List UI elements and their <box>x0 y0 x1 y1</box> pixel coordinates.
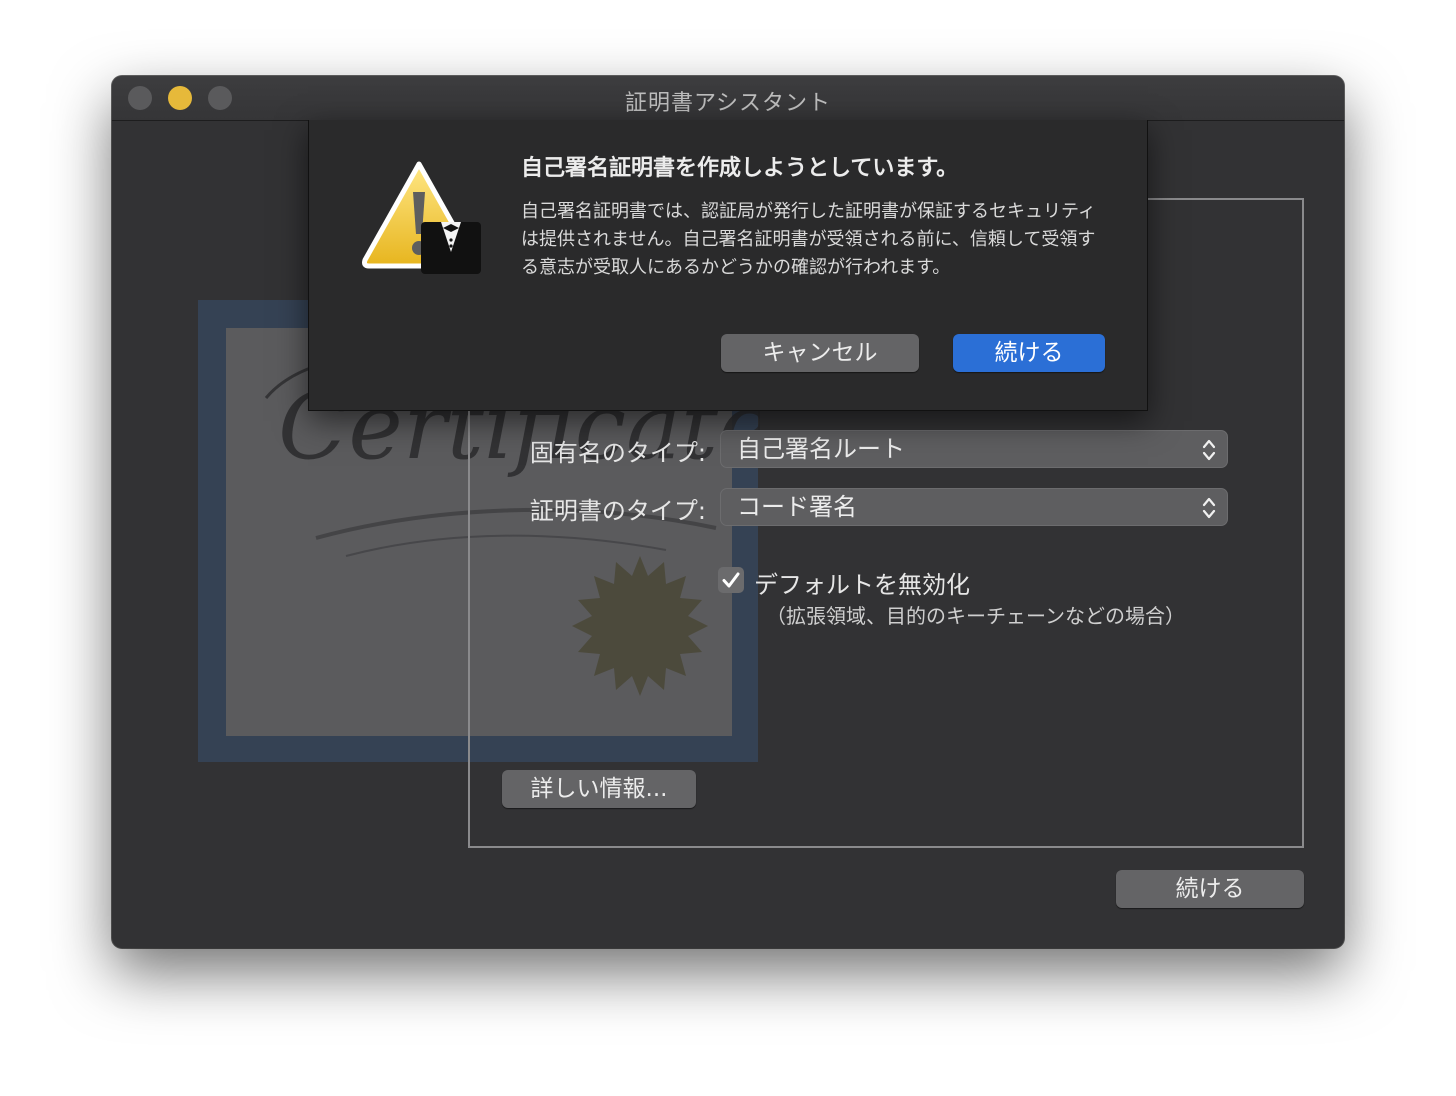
override-defaults-checkbox[interactable] <box>718 567 744 593</box>
warning-icon <box>362 161 481 274</box>
chevrons-updown-icon <box>1202 439 1216 461</box>
certificate-assistant-window: 証明書アシスタント Certificate 固有名のタイプ: 自己署名ルート 証… <box>112 76 1344 948</box>
continue-button[interactable]: 続ける <box>1116 870 1304 908</box>
chevrons-updown-icon <box>1202 497 1216 519</box>
tuxedo-badge-icon <box>421 222 481 274</box>
identity-type-popup[interactable]: 自己署名ルート <box>720 430 1228 468</box>
checkmark-icon <box>722 572 740 588</box>
alert-title: 自己署名証明書を作成しようとしています。 <box>521 156 959 181</box>
identity-type-label: 固有名のタイプ: <box>529 439 706 467</box>
alert-message: 自己署名証明書では、認証局が発行した証明書が保証するセキュリティは提供されません… <box>521 201 1096 278</box>
identity-type-value: 自己署名ルート <box>737 435 905 463</box>
learn-more-button[interactable]: 詳しい情報... <box>502 770 696 808</box>
window-title: 証明書アシスタント <box>624 91 832 116</box>
override-defaults-note: （拡張領域、目的のキーチェーンなどの場合） <box>766 604 1185 628</box>
certificate-type-popup[interactable]: コード署名 <box>720 488 1228 526</box>
override-defaults-label: デフォルトを無効化 <box>754 571 970 599</box>
alert-sheet: 自己署名証明書を作成しようとしています。 自己署名証明書では、認証局が発行した証… <box>308 120 1148 411</box>
certificate-type-value: コード署名 <box>737 493 857 521</box>
title-bar[interactable]: 証明書アシスタント <box>112 76 1344 121</box>
alert-continue-button[interactable]: 続ける <box>953 334 1105 372</box>
cancel-button[interactable]: キャンセル <box>721 334 919 372</box>
certificate-type-label: 証明書のタイプ: <box>529 497 706 525</box>
